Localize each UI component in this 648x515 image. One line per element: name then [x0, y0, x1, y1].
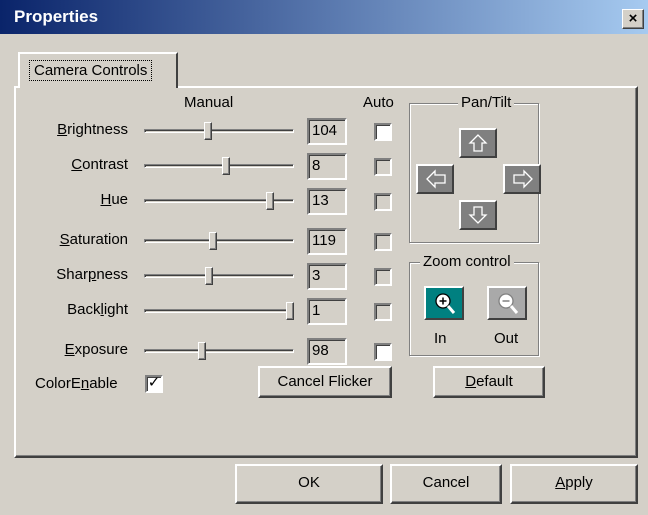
exposure-slider-track[interactable] [144, 349, 294, 353]
saturation-slider-thumb[interactable] [209, 232, 218, 250]
close-icon: × [628, 10, 638, 27]
exposure-value-field[interactable]: 98 [307, 338, 347, 365]
sharpness-slider-track[interactable] [144, 274, 294, 278]
color-enable-label: ColorEnable [35, 375, 118, 392]
saturation-auto-checkbox[interactable] [374, 233, 392, 251]
close-button[interactable]: × [622, 9, 644, 29]
sharpness-auto-checkbox[interactable] [374, 268, 392, 286]
arrow-right-icon [513, 169, 533, 189]
hue-auto-checkbox[interactable] [374, 193, 392, 211]
pan-left-button[interactable] [416, 164, 454, 194]
brightness-slider-track[interactable] [144, 129, 294, 133]
backlight-slider-thumb[interactable] [286, 302, 294, 320]
pan-right-button[interactable] [503, 164, 541, 194]
title-bar[interactable]: Properties × [0, 0, 648, 34]
contrast-value-field[interactable]: 8 [307, 153, 347, 180]
sharpness-value-field[interactable]: 3 [307, 263, 347, 290]
tab-label: Camera Controls [29, 60, 153, 81]
backlight-slider-track[interactable] [144, 309, 294, 313]
ok-button[interactable]: OK [235, 464, 383, 504]
zoom-out-icon [498, 293, 519, 314]
sharpness-label: Sharpness [56, 266, 128, 283]
zoom-title: Zoom control [420, 253, 514, 271]
contrast-auto-checkbox[interactable] [374, 158, 392, 176]
hue-value-field[interactable]: 13 [307, 188, 347, 215]
saturation-label: Saturation [59, 231, 128, 248]
window-title: Properties [14, 7, 99, 26]
backlight-auto-checkbox[interactable] [374, 303, 392, 321]
arrow-down-icon [468, 206, 488, 224]
contrast-slider-thumb[interactable] [222, 157, 231, 175]
tilt-down-button[interactable] [459, 200, 497, 230]
cancel-flicker-button[interactable]: Cancel Flicker [258, 366, 392, 398]
contrast-slider-track[interactable] [144, 164, 294, 168]
zoom-in-button[interactable] [424, 286, 464, 320]
saturation-slider-track[interactable] [144, 239, 294, 243]
arrow-up-icon [468, 134, 488, 152]
zoom-in-icon [435, 293, 456, 314]
hue-label: Hue [100, 191, 128, 208]
zoom-out-label: Out [494, 330, 519, 347]
apply-button[interactable]: Apply [510, 464, 638, 504]
exposure-slider-thumb[interactable] [197, 342, 206, 360]
manual-header: Manual [184, 94, 234, 111]
brightness-slider-thumb[interactable] [203, 122, 212, 140]
hue-slider-thumb[interactable] [266, 192, 275, 210]
brightness-value-field[interactable]: 104 [307, 118, 347, 145]
auto-header: Auto [363, 94, 394, 111]
saturation-value-field[interactable]: 119 [307, 228, 347, 255]
contrast-label: Contrast [71, 156, 128, 173]
exposure-auto-checkbox[interactable] [374, 343, 392, 361]
backlight-value-field[interactable]: 1 [307, 298, 347, 325]
tilt-up-button[interactable] [459, 128, 497, 158]
zoom-out-button[interactable] [487, 286, 527, 320]
pan-tilt-title: Pan/Tilt [458, 94, 515, 112]
sharpness-slider-thumb[interactable] [205, 267, 214, 285]
checkmark-icon: ✓ [147, 374, 161, 391]
arrow-left-icon [426, 169, 446, 189]
cancel-button[interactable]: Cancel [390, 464, 502, 504]
exposure-label: Exposure [64, 341, 128, 358]
brightness-label: Brightness [57, 121, 128, 138]
color-enable-checkbox[interactable]: ✓ [145, 374, 163, 393]
brightness-auto-checkbox[interactable] [374, 123, 392, 141]
default-button[interactable]: Default [433, 366, 545, 398]
tab-camera-controls[interactable]: Camera Controls [18, 52, 178, 88]
zoom-in-label: In [434, 330, 447, 347]
backlight-label: Backlight [67, 301, 128, 318]
